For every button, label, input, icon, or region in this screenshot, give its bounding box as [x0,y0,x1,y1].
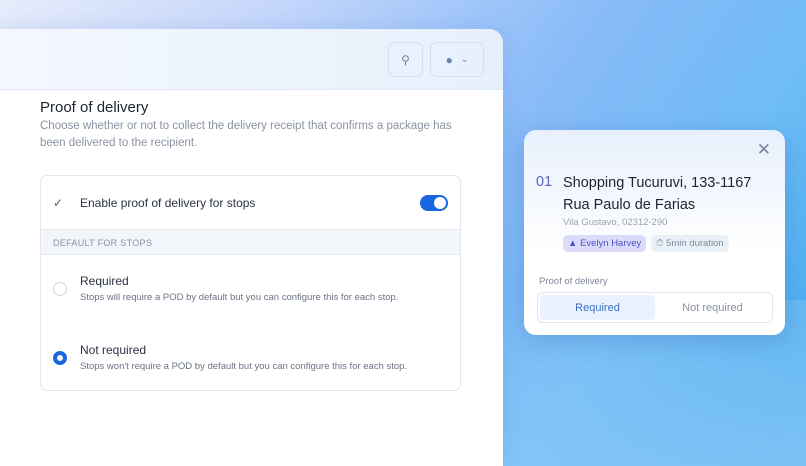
driver-chip: ▲ Evelyn Harvey [563,235,647,252]
close-icon[interactable]: ✕ [757,140,771,160]
page-description: Choose whether or not to collect the del… [40,120,452,149]
duration-chip: ⏱ 5min duration [651,235,729,252]
option-label: Required [80,274,129,288]
enable-pod-row: ✓ Enable proof of delivery for stops [41,176,460,229]
segment-not-required[interactable]: Not required [655,295,770,320]
radio-not-required[interactable] [53,351,67,365]
stop-address: Shopping Tucuruvi, 133-1167 Rua Paulo de… [563,175,752,213]
chevron-down-icon: ⌄ [460,54,469,64]
person-icon: ▲ [568,238,581,249]
pod-settings-card: ✓ Enable proof of delivery for stops DEF… [40,175,461,391]
user-icon: ● [445,52,453,67]
option-description: Stops will require a POD by default but … [80,292,399,303]
pod-segmented-control: Required Not required [537,292,773,323]
timer-icon: ⏱ [656,238,667,249]
stop-number: 01 [536,174,553,190]
segment-required[interactable]: Required [540,295,655,320]
page-title: Proof of delivery [40,99,149,116]
stop-subtitle: Vila Gustavo, 02312-290 [563,217,668,228]
stop-popup: ✕ 01 Shopping Tucuruvi, 133-1167 Rua Pau… [524,130,785,335]
enable-pod-toggle[interactable] [420,194,448,211]
signature-icon: ✓ [53,195,64,210]
search-icon: ⚲ [401,52,410,67]
user-menu-button[interactable]: ● ⌄ [430,42,484,77]
section-label: DEFAULT FOR STOPS [41,229,460,255]
option-not-required[interactable]: Not required Stops won't require a POD by… [53,343,407,372]
driver-name: Evelyn Harvey [580,238,642,249]
option-description: Stops won't require a POD by default but… [80,361,408,372]
duration-text: 5min duration [666,238,724,249]
search-button[interactable]: ⚲ [388,42,423,77]
radio-required[interactable] [53,282,67,296]
enable-pod-label: Enable proof of delivery for stops [80,195,256,210]
pod-label: Proof of delivery [539,276,608,287]
option-required[interactable]: Required Stops will require a POD by defa… [53,274,398,303]
option-label: Not required [80,343,147,357]
header: ⚲ ● ⌄ [0,29,503,90]
